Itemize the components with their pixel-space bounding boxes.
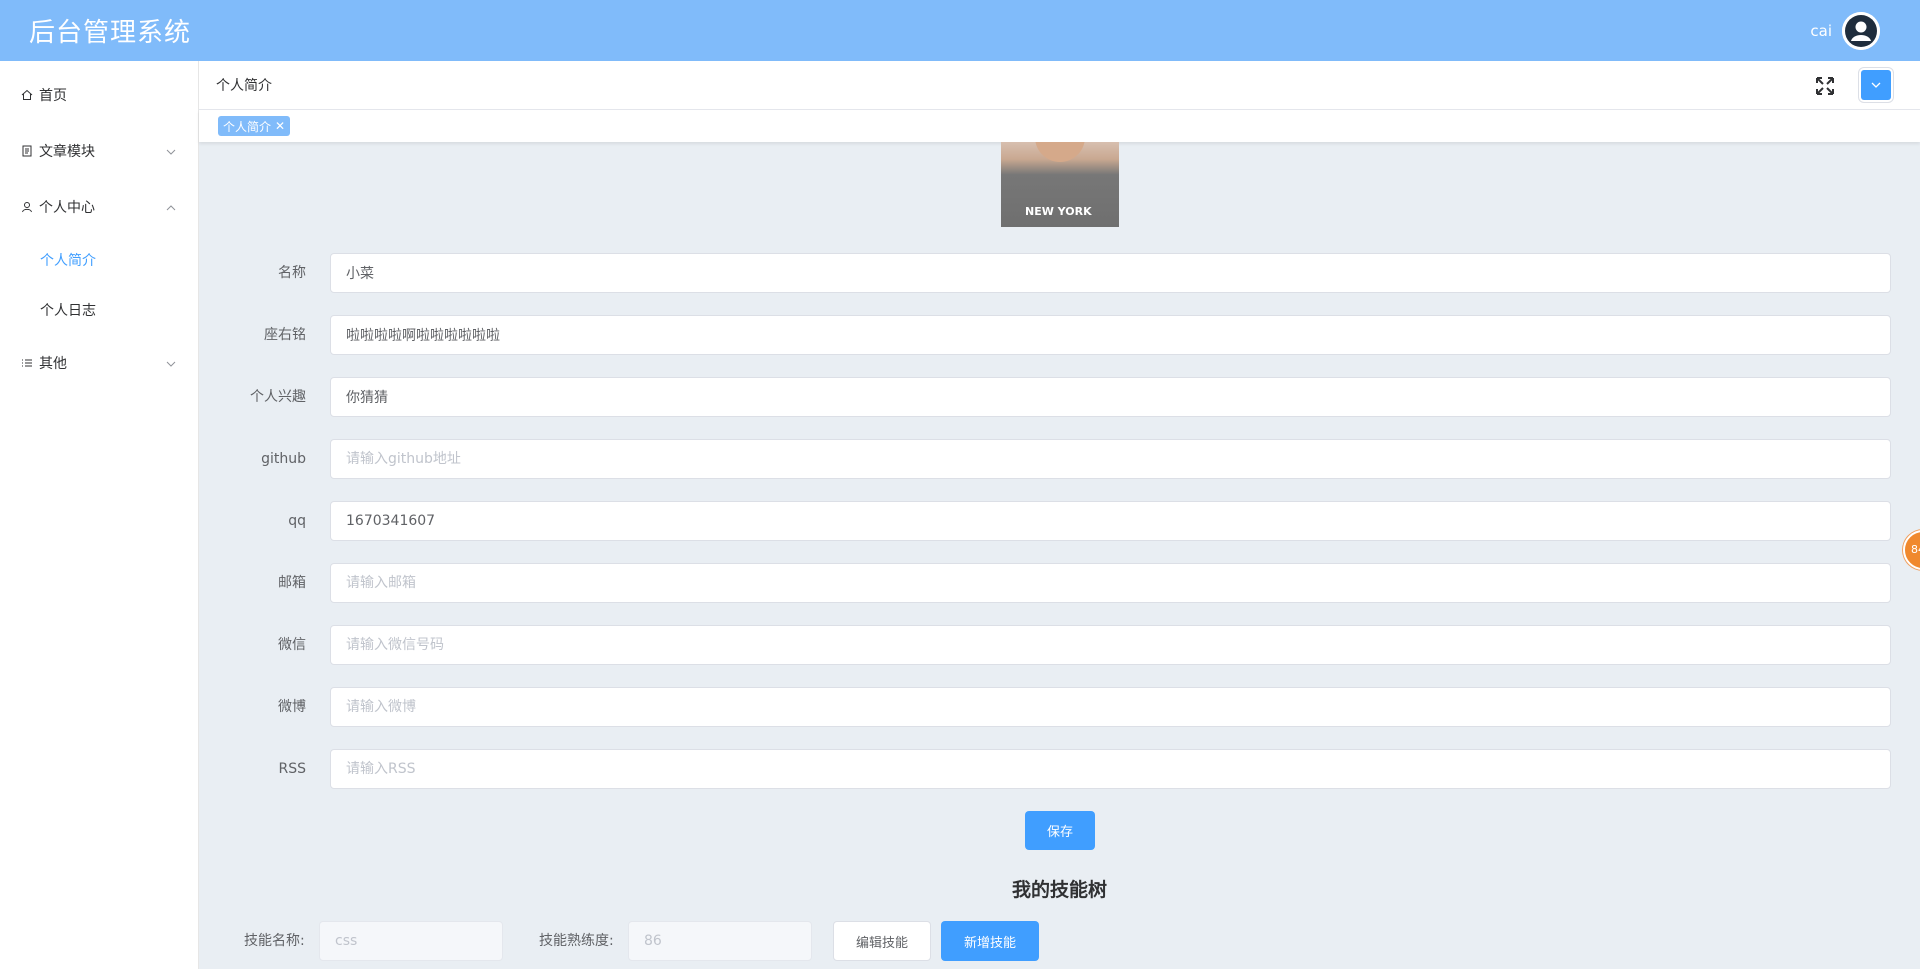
profile-photo[interactable]: NEW YORK — [1001, 142, 1119, 227]
form-row-name: 名称 — [199, 253, 1920, 293]
email-field[interactable] — [330, 563, 1891, 603]
close-icon[interactable]: ✕ — [275, 119, 285, 133]
form-row-email: 邮箱 — [199, 563, 1920, 603]
form-row-github: github — [199, 439, 1920, 479]
chevron-up-icon — [166, 199, 176, 215]
weibo-field[interactable] — [330, 687, 1891, 727]
sidebar-item-other[interactable]: 其他 — [0, 335, 198, 391]
sidebar-item-profile[interactable]: 个人简介 — [0, 235, 198, 285]
sidebar-item-label: 文章模块 — [39, 144, 95, 160]
motto-field[interactable] — [330, 315, 1891, 355]
list-icon — [20, 356, 34, 370]
photo-face — [1035, 142, 1085, 162]
chevron-down-icon — [166, 143, 176, 159]
form-row-motto: 座右铭 — [199, 315, 1920, 355]
field-label: 座右铭 — [264, 327, 306, 343]
form-row-qq: qq — [199, 501, 1920, 541]
field-label: 邮箱 — [278, 575, 306, 591]
photo-shirt-text: NEW YORK — [1025, 205, 1092, 218]
sidebar-item-label: 首页 — [39, 88, 67, 104]
form-row-interests: 个人兴趣 — [199, 377, 1920, 417]
user-avatar-icon[interactable] — [1842, 11, 1880, 50]
field-label: 微信 — [278, 637, 306, 653]
tag-profile[interactable]: 个人简介 ✕ — [218, 116, 291, 136]
username[interactable]: cai — [1810, 22, 1832, 40]
sidebar-item-articles[interactable]: 文章模块 — [0, 123, 198, 179]
name-field[interactable] — [330, 253, 1891, 293]
field-label: github — [261, 451, 306, 467]
sidebar-item-diary[interactable]: 个人日志 — [0, 285, 198, 335]
sidebar-item-label: 个人中心 — [39, 200, 95, 216]
breadcrumb: 个人简介 — [216, 78, 272, 94]
sidebar: 首页 文章模块 个人中心 个人简介 个人日志 其他 — [0, 61, 199, 969]
github-field[interactable] — [330, 439, 1891, 479]
form-row-weibo: 微博 — [199, 687, 1920, 727]
field-label: 名称 — [278, 265, 306, 281]
skill-level-label: 技能熟练度: — [539, 933, 614, 949]
fullscreen-icon[interactable] — [1814, 75, 1836, 97]
sidebar-item-label: 其他 — [39, 356, 67, 372]
skill-name-field[interactable] — [319, 921, 503, 961]
add-skill-button[interactable]: 新增技能 — [941, 921, 1039, 961]
form-row-rss: RSS — [199, 749, 1920, 789]
chevron-down-icon — [1871, 82, 1881, 88]
edit-skill-button[interactable]: 编辑技能 — [833, 921, 931, 961]
field-label: 个人兴趣 — [250, 389, 306, 405]
document-icon — [20, 144, 34, 158]
wechat-field[interactable] — [330, 625, 1891, 665]
app-header: 后台管理系统 cai — [0, 0, 1920, 61]
rss-field[interactable] — [330, 749, 1891, 789]
field-label: RSS — [278, 761, 306, 777]
sidebar-item-personal-center[interactable]: 个人中心 — [0, 179, 198, 235]
save-button[interactable]: 保存 — [1025, 811, 1095, 850]
chevron-down-icon — [166, 355, 176, 371]
user-menu[interactable]: cai — [1810, 11, 1880, 50]
interests-field[interactable] — [330, 377, 1891, 417]
breadcrumb-bar: 个人简介 — [199, 61, 1920, 110]
sidebar-item-home[interactable]: 首页 — [0, 67, 198, 123]
tag-label: 个人简介 — [223, 119, 272, 134]
main-content: NEW YORK 名称 座右铭 个人兴趣 github qq 邮箱 微信 微博 … — [199, 142, 1920, 969]
form-row-wechat: 微信 — [199, 625, 1920, 665]
skills-title: 我的技能树 — [1011, 879, 1107, 901]
app-title: 后台管理系统 — [29, 18, 192, 48]
user-icon — [20, 200, 34, 214]
home-icon — [20, 88, 34, 102]
tags-bar: 个人简介 ✕ — [199, 110, 1920, 142]
field-label: qq — [288, 513, 306, 529]
field-label: 微博 — [278, 699, 306, 715]
dropdown-button[interactable] — [1861, 70, 1891, 100]
skill-level-field[interactable] — [628, 921, 812, 961]
skill-name-label: 技能名称: — [244, 933, 305, 949]
qq-field[interactable] — [330, 501, 1891, 541]
skill-editor: 技能名称: 技能熟练度: 编辑技能 新增技能 — [199, 921, 1920, 961]
